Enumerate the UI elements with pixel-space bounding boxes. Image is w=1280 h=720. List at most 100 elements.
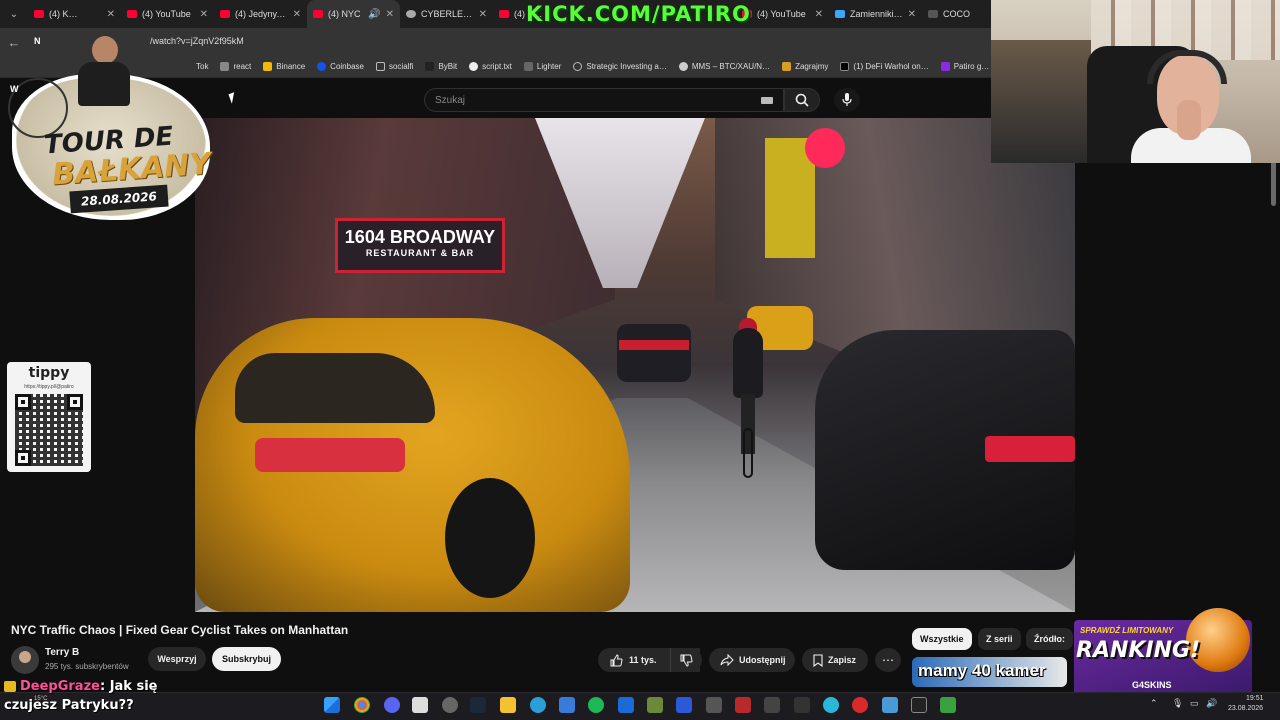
more-actions-button[interactable]: ⋯ bbox=[875, 648, 901, 672]
steam-icon[interactable] bbox=[470, 697, 486, 713]
recommended-video-thumbnail[interactable]: mamy 40 kamer bbox=[912, 657, 1067, 687]
person-body bbox=[78, 62, 130, 106]
bookmark[interactable]: MMS – BTC/XAU/N… bbox=[678, 62, 770, 71]
channel-avatar[interactable] bbox=[11, 646, 39, 674]
discord-icon[interactable] bbox=[384, 697, 400, 713]
browser-tab[interactable]: CYBERLEEK ✕ bbox=[400, 0, 493, 28]
tippy-qr-card: tippy https://tippy.pl/@patiro bbox=[7, 362, 91, 472]
bookmark-label: ByBit bbox=[438, 62, 458, 71]
browser-tab[interactable]: Zamienniki … ✕ bbox=[829, 0, 922, 28]
bookmark[interactable]: ByBit bbox=[425, 62, 457, 71]
speaker-icon[interactable]: 🔊 bbox=[368, 9, 380, 20]
tab-close-icon[interactable]: ✕ bbox=[815, 9, 823, 20]
app-icon[interactable] bbox=[618, 697, 634, 713]
save-label: Zapisz bbox=[828, 655, 857, 665]
banner-brand: G4SKINS bbox=[1132, 680, 1172, 690]
subscribe-button[interactable]: Subskrybuj bbox=[212, 647, 281, 671]
app-icon[interactable] bbox=[412, 697, 428, 713]
app-icon[interactable] bbox=[676, 697, 692, 713]
browser-tab-active[interactable]: (4) NYC 🔊 ✕ bbox=[307, 0, 400, 28]
compass-north-label: N bbox=[34, 36, 41, 46]
binance-icon bbox=[263, 62, 273, 71]
tab-close-icon[interactable]: ✕ bbox=[293, 9, 301, 20]
app-icon[interactable] bbox=[852, 697, 868, 713]
video-title: NYC Traffic Chaos | Fixed Gear Cyclist T… bbox=[11, 623, 349, 637]
globe-icon bbox=[678, 62, 688, 71]
app-icon[interactable] bbox=[940, 697, 956, 713]
cyclist-body bbox=[733, 328, 763, 398]
qr-finder bbox=[15, 394, 31, 410]
browser-tab[interactable]: (4) Jedyny, k… ✕ bbox=[214, 0, 307, 28]
tippy-url: https://tippy.pl/@patiro bbox=[24, 384, 74, 390]
bookmark-folder[interactable]: socialfi bbox=[375, 62, 413, 71]
bybit-icon bbox=[425, 62, 435, 71]
tray-chevron-icon[interactable]: ⌃ bbox=[1150, 698, 1158, 709]
x-icon bbox=[840, 62, 850, 71]
bookmark[interactable]: Strategic Investing a… bbox=[573, 62, 667, 71]
support-button[interactable]: Wesprzyj bbox=[148, 647, 206, 671]
folder-icon[interactable] bbox=[500, 697, 516, 713]
tab-close-icon[interactable]: ✕ bbox=[908, 9, 916, 20]
obs-icon[interactable] bbox=[442, 697, 458, 713]
coinbase-icon bbox=[317, 62, 327, 71]
channel-name[interactable]: Terry B bbox=[45, 647, 79, 658]
chip-series[interactable]: Z serii bbox=[978, 628, 1021, 650]
chip-source[interactable]: Źródło: bbox=[1026, 628, 1073, 650]
clock-time[interactable]: 19:51 bbox=[1246, 695, 1264, 702]
app-icon[interactable] bbox=[794, 697, 810, 713]
bookmark[interactable]: Lighter bbox=[523, 62, 561, 71]
app-icon[interactable] bbox=[764, 697, 780, 713]
bookmark[interactable]: script.txt bbox=[469, 62, 512, 71]
billboard-title: 1604 BROADWAY bbox=[344, 227, 496, 247]
bookmark[interactable]: Patiro g… bbox=[940, 62, 989, 71]
app-icon[interactable] bbox=[735, 697, 751, 713]
video-cyclist bbox=[725, 318, 771, 478]
app-icon[interactable] bbox=[559, 697, 575, 713]
bookmark[interactable]: react bbox=[220, 62, 251, 71]
voice-search-button[interactable] bbox=[834, 88, 860, 112]
bookmark[interactable]: Zagrajmy bbox=[782, 62, 828, 71]
clock-date[interactable]: 23.08.2026 bbox=[1228, 705, 1263, 712]
bookmark[interactable]: Coinbase bbox=[317, 62, 364, 71]
keyboard-icon[interactable] bbox=[761, 97, 773, 104]
dislike-button[interactable] bbox=[670, 648, 702, 672]
generic-favicon-icon bbox=[928, 10, 938, 18]
chat-line: DeepGraze: Jak się bbox=[4, 677, 158, 696]
search-placeholder: Szukaj bbox=[435, 95, 466, 106]
recommendations-area bbox=[1075, 118, 1280, 612]
windows-start-icon[interactable] bbox=[324, 697, 340, 713]
chip-all[interactable]: Wszystkie bbox=[912, 628, 972, 650]
loading-icon bbox=[573, 62, 583, 71]
terminal-icon[interactable] bbox=[911, 697, 927, 713]
microphone-icon[interactable]: 🎙 bbox=[1172, 698, 1183, 709]
notepad-icon[interactable] bbox=[882, 697, 898, 713]
video-player[interactable]: 1604 BROADWAY RESTAURANT & BAR bbox=[195, 118, 1075, 612]
tab-title: (4) NYC bbox=[328, 9, 361, 19]
bookmark[interactable]: (1) DeFi Warhol on… bbox=[840, 62, 929, 71]
tab-close-icon[interactable]: ✕ bbox=[386, 9, 394, 20]
video-taxi-taillight bbox=[255, 438, 405, 472]
bookmark-label: (1) DeFi Warhol on… bbox=[853, 62, 929, 71]
bookmark-label: script.txt bbox=[482, 62, 512, 71]
save-button[interactable]: Zapisz bbox=[802, 648, 868, 672]
bookmark[interactable]: Binance bbox=[263, 62, 305, 71]
bookmark-label: Strategic Investing a… bbox=[586, 62, 667, 71]
chrome-icon[interactable] bbox=[354, 697, 370, 713]
app-icon[interactable] bbox=[647, 697, 663, 713]
chat-username: DeepGraze bbox=[20, 679, 100, 694]
app-icon[interactable] bbox=[706, 697, 722, 713]
spotify-icon[interactable] bbox=[588, 697, 604, 713]
search-button[interactable] bbox=[784, 88, 820, 112]
shelf bbox=[991, 40, 1091, 163]
monitor-icon[interactable]: ▭ bbox=[1190, 698, 1199, 709]
app-icon[interactable] bbox=[823, 697, 839, 713]
volume-icon[interactable]: 🔊 bbox=[1206, 698, 1217, 709]
share-button[interactable]: Udostępnij bbox=[709, 648, 795, 672]
app-icon[interactable] bbox=[530, 697, 546, 713]
tab-close-icon[interactable]: ✕ bbox=[479, 9, 487, 20]
tippy-logo: tippy bbox=[28, 365, 70, 381]
scrollbar-thumb[interactable] bbox=[1271, 160, 1276, 206]
thumbs-up-icon bbox=[610, 653, 623, 666]
video-car bbox=[617, 324, 691, 382]
search-input[interactable]: Szukaj bbox=[424, 88, 784, 112]
